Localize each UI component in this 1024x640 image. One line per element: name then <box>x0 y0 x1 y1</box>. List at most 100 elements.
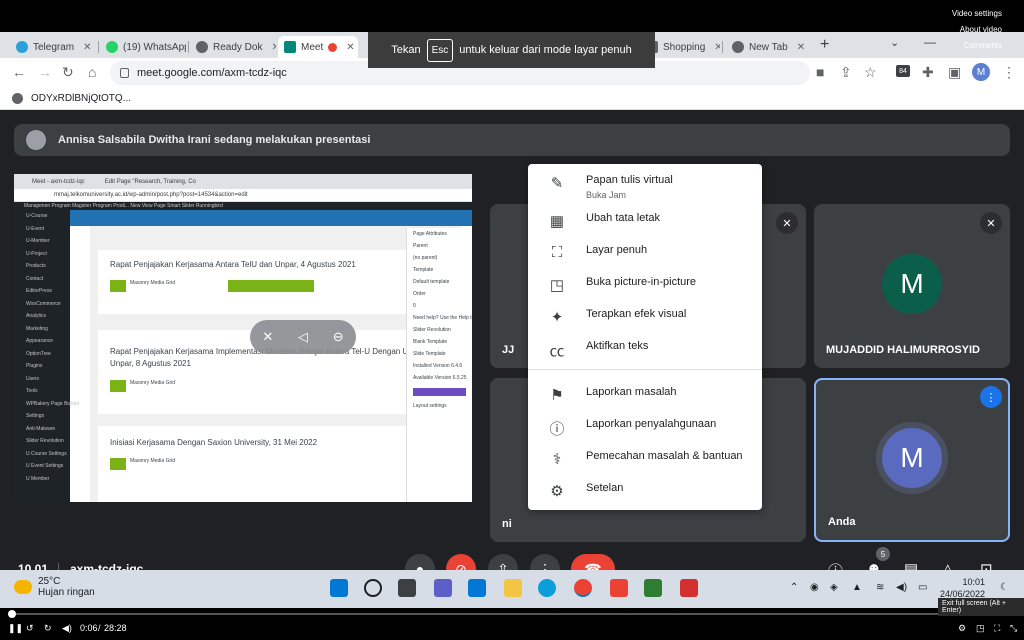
chrome-icon[interactable] <box>574 579 592 597</box>
weather-widget[interactable]: 25°C Hujan ringan <box>14 576 95 598</box>
exit-fullscreen-icon[interactable]: ⤡ <box>1010 623 1017 634</box>
rewind-icon[interactable]: ↺ <box>26 623 34 634</box>
minimize-icon[interactable]: — <box>924 35 936 49</box>
camtasia-icon[interactable] <box>644 579 662 597</box>
close-icon[interactable]: ✕ <box>797 42 805 53</box>
video-settings-link[interactable]: Video settings <box>952 6 1002 22</box>
forward-icon[interactable]: ↻ <box>44 623 52 634</box>
shared-screen[interactable]: Meet - axm-tcdz-iqc Edit Page "Research,… <box>14 174 472 502</box>
close-icon[interactable]: ✕ <box>714 42 720 53</box>
pip-icon[interactable]: ◳ <box>976 623 985 634</box>
shared-sidebar: U-Course U-Event U-Member U-Project Prod… <box>14 210 80 502</box>
settings-icon: ⚙ <box>550 483 564 500</box>
volume-icon[interactable]: ◀) <box>62 623 72 634</box>
menu-item-visual-effects[interactable]: ✦ Terapkan efek visual <box>528 308 762 326</box>
file-explorer-icon[interactable] <box>504 579 522 597</box>
shared-sidebar-item: WooCommerce <box>26 300 61 307</box>
menu-item-troubleshoot[interactable]: ⚕ Pemecahan masalah & bantuan <box>528 450 762 468</box>
camera-icon[interactable]: ■ <box>816 64 824 80</box>
task-view-icon[interactable] <box>398 579 416 597</box>
pause-icon[interactable]: ❚❚ <box>8 623 23 634</box>
teams-icon[interactable] <box>434 579 452 597</box>
chevron-up-icon[interactable]: ⌃ <box>790 582 798 593</box>
shared-sidebar-item: Plugins <box>26 363 43 369</box>
menu-item-report-problem[interactable]: ⚑ Laporkan masalah <box>528 386 762 404</box>
menu-item-captions[interactable]: ㏄ Aktifkan teks <box>528 340 762 361</box>
rp-item: Default template <box>413 279 450 285</box>
shared-sidebar-item: U-Project <box>26 250 47 257</box>
close-icon[interactable]: ✕ <box>271 42 276 53</box>
tab-new-tab[interactable]: New Tab ✕ <box>726 36 812 58</box>
rp-item: Slider Revolution <box>413 327 451 333</box>
search-icon[interactable] <box>364 579 382 597</box>
menu-item-whiteboard[interactable]: ✎ Papan tulis virtual Buka Jam <box>528 174 762 200</box>
mic-off-icon[interactable]: ✕ <box>262 329 273 345</box>
notification-icon[interactable]: ☾ <box>1000 582 1009 593</box>
menu-item-pip[interactable]: ◳ Buka picture-in-picture <box>528 276 762 294</box>
close-icon[interactable]: ✕ <box>346 42 354 53</box>
menu-item-settings[interactable]: ⚙ Setelan <box>528 482 762 500</box>
duration: 28:28 <box>104 623 127 633</box>
tray-app-icon[interactable]: ◉ <box>810 582 819 593</box>
volume-icon[interactable]: ◀) <box>896 582 907 593</box>
menu-item-fullscreen[interactable]: ⛶ Layar penuh <box>528 244 762 261</box>
tab-ready[interactable]: Ready Dok ✕ <box>190 36 276 58</box>
tab-whatsapp[interactable]: (19) WhatsApp ✕ <box>100 36 186 58</box>
star-icon[interactable]: ☆ <box>864 64 877 81</box>
new-tab-button[interactable]: + <box>820 36 829 54</box>
back-icon[interactable]: ← <box>12 64 26 80</box>
menu-item-report-abuse[interactable]: ⓘ Laporkan penyalahgunaan <box>528 418 762 439</box>
mail-icon[interactable] <box>468 579 486 597</box>
progress-bar[interactable] <box>8 610 1018 618</box>
fullscreen-banner: Tekan Esc untuk keluar dari mode layar p… <box>368 32 655 68</box>
shared-sidebar-item: Analytics <box>26 313 47 319</box>
forward-icon[interactable]: → <box>38 64 52 80</box>
troubleshoot-icon: ⚕ <box>552 451 562 468</box>
edge-icon[interactable] <box>538 579 556 597</box>
infobar-text[interactable]: ODYxRDlBNjQtOTQ... <box>31 93 131 104</box>
participant-avatar: M <box>882 254 942 314</box>
participant-count-badge: 5 <box>876 547 890 561</box>
anydesk-icon[interactable] <box>610 579 628 597</box>
tray-app-icon[interactable]: ▲ <box>852 582 862 593</box>
url-text: meet.google.com/axm-tcdz-iqc <box>137 67 287 79</box>
speaking-indicator-icon: ⋮ <box>980 386 1002 408</box>
tab-label: Meet <box>301 41 324 53</box>
close-icon[interactable]: ✕ <box>83 42 91 53</box>
start-icon[interactable] <box>330 579 348 597</box>
participant-name: JJ <box>502 344 515 356</box>
screen: Video settings About video Comments Help… <box>0 0 1024 640</box>
remove-icon[interactable]: ⊖ <box>333 329 344 345</box>
tab-label: Shopping <box>663 41 706 53</box>
wifi-icon[interactable]: ≋ <box>876 582 884 593</box>
battery-icon[interactable]: ▭ <box>918 582 927 593</box>
shared-right-panel: Page Attributes Parent (no parent) Templ… <box>406 228 472 502</box>
participant-tile-self[interactable]: ⋮ M Anda <box>814 378 1010 542</box>
chevron-down-icon[interactable]: ⌄ <box>890 36 899 49</box>
progress-handle[interactable] <box>8 610 16 618</box>
share-icon[interactable]: ⇪ <box>840 64 852 81</box>
tray-app-icon[interactable]: ◈ <box>830 582 838 593</box>
whatsapp-icon <box>106 41 118 53</box>
fullscreen-icon[interactable]: ⛶ <box>994 623 1000 634</box>
more-vert-icon[interactable]: ⋮ <box>1002 64 1016 81</box>
participant-tile[interactable]: ✕ M MUJADDID HALIMURROSYID <box>814 204 1010 368</box>
tab-meet[interactable]: Meet ✕ <box>278 36 358 58</box>
shared-sidebar-item: EditorPress <box>26 288 52 294</box>
about-video-link[interactable]: About video <box>952 22 1002 38</box>
reload-icon[interactable]: ↻ <box>62 64 74 81</box>
settings-icon[interactable]: ⚙ <box>958 623 966 634</box>
recorder-icon[interactable] <box>680 579 698 597</box>
menu-item-layout[interactable]: ▦ Ubah tata letak <box>528 212 762 230</box>
extension-badge[interactable]: 84 <box>896 65 910 77</box>
help-link[interactable]: Help <box>952 54 1002 70</box>
system-clock[interactable]: 10:01 24/06/2022 <box>940 576 985 600</box>
puzzle-icon[interactable]: ✚ <box>922 64 934 81</box>
shared-editor-toolbar <box>70 210 472 226</box>
tab-telegram[interactable]: Telegram ✕ <box>10 36 96 58</box>
comments-link[interactable]: Comments <box>952 38 1002 54</box>
volume-off-icon[interactable]: ◁ <box>298 329 308 345</box>
menu-item-sublabel: Buka Jam <box>586 190 627 200</box>
home-icon[interactable]: ⌂ <box>88 64 96 80</box>
menu-item-label: Setelan <box>586 482 624 494</box>
